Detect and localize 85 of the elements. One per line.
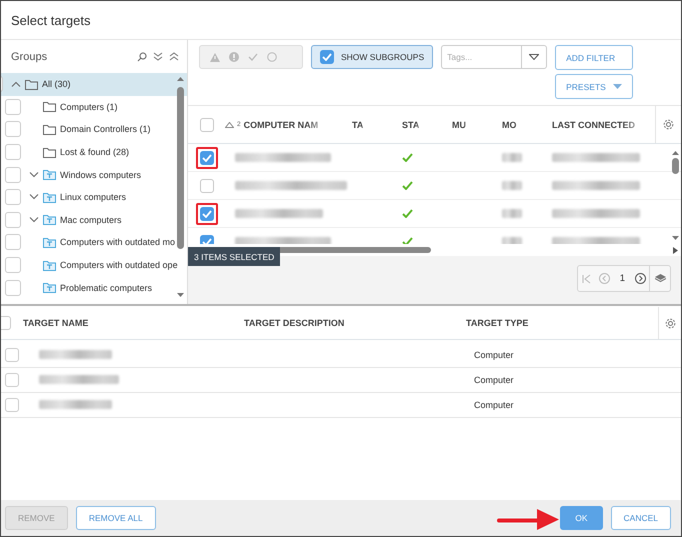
checkbox[interactable] — [5, 257, 21, 274]
column-header[interactable]: MO — [502, 120, 516, 130]
blurred-text — [502, 180, 522, 190]
blurred-text — [502, 152, 522, 162]
tree-item[interactable]: Windows computers — [1, 163, 187, 186]
scroll-down-icon[interactable] — [672, 236, 679, 241]
checkbox[interactable] — [200, 150, 214, 164]
show-subgroups-toggle[interactable]: SHOW SUBGROUPS — [311, 45, 434, 69]
table-cell: Computer — [474, 400, 514, 410]
tree-item[interactable]: All (30) — [1, 73, 187, 96]
page-number: 1 — [618, 273, 626, 284]
expand-all-icon[interactable] — [153, 52, 163, 61]
folder-icon — [43, 124, 56, 135]
caret-icon — [529, 54, 540, 60]
column-header[interactable]: LAST CONNECTED — [552, 120, 635, 130]
caret-icon — [612, 84, 622, 89]
search-icon[interactable] — [137, 52, 147, 62]
tree-item[interactable]: Mac computers — [1, 208, 187, 232]
panel-title: Groups — [11, 50, 48, 62]
tree-item[interactable]: Linux computers — [1, 186, 187, 209]
checkbox[interactable] — [5, 348, 19, 362]
tree-item[interactable]: Computers with outdated ope — [1, 254, 187, 276]
column-header[interactable]: MU — [452, 120, 466, 130]
scroll-down-icon[interactable] — [177, 293, 184, 298]
filter-folder-icon — [43, 236, 56, 248]
tree-item[interactable]: Computers (1) — [1, 96, 187, 118]
column-header[interactable]: TARGET TYPE — [466, 318, 528, 328]
column-header[interactable]: STA — [402, 120, 420, 130]
dialog-title: Select targets — [1, 1, 681, 40]
group-label: Computers with outdated mo — [60, 237, 176, 248]
table-cell: Computer — [474, 375, 514, 385]
checkbox[interactable] — [5, 373, 19, 387]
column-header[interactable]: TA — [352, 120, 364, 130]
column-header[interactable]: TARGET DESCRIPTION — [244, 318, 344, 328]
checkbox[interactable] — [5, 189, 21, 206]
scroll-up-icon[interactable] — [672, 150, 679, 155]
checkbox[interactable] — [200, 206, 214, 220]
selection-tooltip: 3 ITEMS SELECTED — [188, 247, 280, 266]
checkbox[interactable] — [200, 118, 214, 132]
checkbox[interactable] — [5, 121, 21, 138]
tags-field[interactable]: Tags... — [441, 45, 522, 69]
checkbox[interactable] — [1, 316, 11, 330]
filter-folder-icon — [43, 282, 56, 294]
checkbox[interactable] — [5, 144, 21, 160]
group-label: Computers with outdated ope — [60, 260, 178, 270]
tree-item[interactable]: Lost & found (28) — [1, 140, 187, 164]
column-header[interactable]: TARGET NAME — [23, 318, 88, 328]
tree-item[interactable]: Domain Controllers (1) — [1, 118, 187, 141]
blurred-text — [502, 236, 522, 244]
checkbox[interactable] — [5, 212, 21, 228]
checkbox[interactable] — [5, 98, 21, 115]
checkbox[interactable] — [200, 178, 214, 192]
scroll-thumb[interactable] — [672, 158, 679, 174]
group-label: All (30) — [42, 79, 71, 90]
filter-folder-icon — [43, 192, 56, 203]
column-header[interactable]: COMPUTER NAM — [244, 120, 318, 130]
checkbox[interactable] — [5, 280, 21, 296]
filter-folder-icon — [43, 169, 56, 180]
group-label: Lost & found (28) — [60, 147, 130, 158]
group-label: Mac computers — [60, 214, 122, 225]
folder-icon — [43, 101, 56, 112]
settings-icon[interactable] — [664, 318, 676, 328]
tree-item[interactable]: Computers with outdated mo — [1, 231, 187, 254]
checkbox[interactable] — [5, 166, 21, 183]
group-label: Domain Controllers (1) — [60, 124, 151, 134]
folder-icon — [25, 78, 38, 90]
tree-item[interactable]: Problematic computers — [1, 276, 187, 299]
group-label: Computers (1) — [60, 102, 118, 112]
folder-icon — [43, 146, 56, 158]
table-cell: Computer — [474, 350, 514, 360]
scroll-right-icon[interactable] — [673, 247, 678, 254]
group-label: Problematic computers — [60, 282, 152, 293]
scroll-thumb[interactable] — [177, 87, 184, 249]
scroll-up-icon[interactable] — [177, 76, 184, 81]
group-label: Linux computers — [60, 192, 126, 202]
group-label: Windows computers — [60, 170, 142, 180]
checkbox[interactable] — [5, 398, 19, 412]
collapse-all-icon[interactable] — [169, 52, 179, 61]
settings-icon[interactable] — [663, 119, 674, 130]
dropdown-button[interactable] — [521, 45, 548, 69]
blurred-text — [502, 208, 522, 218]
checkbox[interactable] — [320, 50, 334, 64]
filter-folder-icon — [43, 260, 56, 271]
checkbox[interactable] — [5, 234, 21, 250]
filter-folder-icon — [43, 214, 56, 226]
